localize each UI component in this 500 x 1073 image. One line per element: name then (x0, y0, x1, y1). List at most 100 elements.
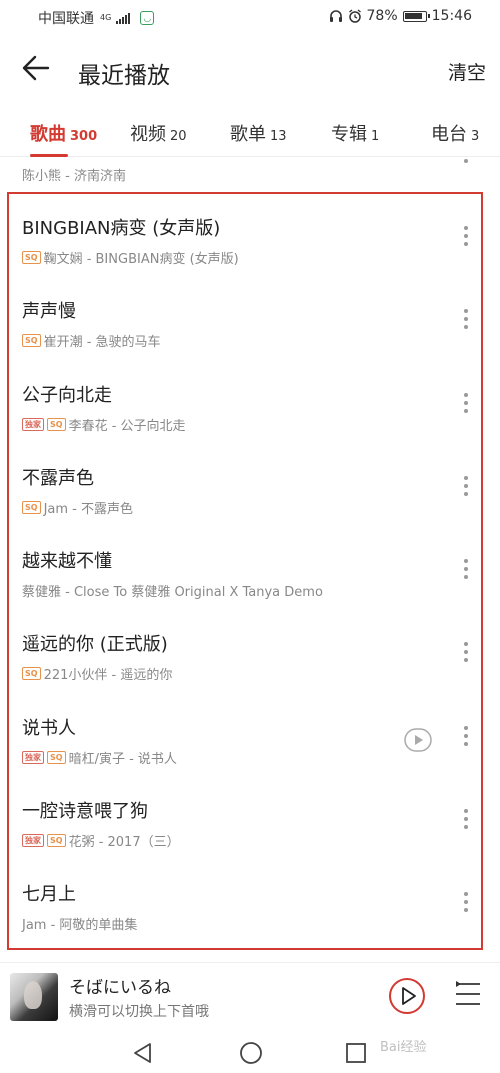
song-subtitle-line: Jam - 阿敬的单曲集 (22, 914, 137, 933)
song-subtitle-line: SQ 221小伙伴 - 遥远的你 (22, 664, 172, 683)
sq-quality-badge: SQ (22, 334, 41, 348)
song-row[interactable]: 说书人 独家 SQ 暗杠/寅子 - 说书人 (0, 692, 500, 775)
more-vertical-icon[interactable] (458, 642, 474, 668)
arrow-left-icon (22, 55, 50, 81)
song-artist-album: 221小伙伴 - 遥远的你 (43, 668, 173, 684)
song-title: 公子向北走 (22, 384, 112, 406)
screen: 中国联通 4G ◡ 78% 15:46 最近播放 清空 歌曲 300 视频 20… (0, 0, 500, 1073)
song-artist-album: Jam - 阿敬的单曲集 (22, 918, 138, 934)
playlist-icon (456, 981, 480, 1005)
clear-button[interactable]: 清空 (448, 58, 486, 85)
song-artist-album: 崔开潮 - 急驶的马车 (43, 335, 161, 351)
battery-icon (402, 10, 430, 22)
song-title: 一腔诗意喂了狗 (22, 801, 148, 823)
player-song-title: そばにいるね (69, 978, 171, 998)
song-row[interactable]: 七月上 Jam - 阿敬的单曲集 (0, 858, 500, 941)
tab-label: 歌单 (230, 124, 266, 145)
watermark: Bai经验 (380, 1040, 427, 1055)
playlist-button[interactable] (453, 979, 483, 1009)
battery-percent: 78% (366, 8, 398, 24)
tab-count: 1 (371, 129, 380, 144)
tab-label: 专辑 (331, 124, 367, 145)
song-artist-album: 蔡健雅 - Close To 蔡健雅 Original X Tanya Demo (22, 585, 323, 601)
sq-quality-badge: SQ (22, 500, 41, 514)
song-row[interactable]: 遥远的你 (正式版) SQ 221小伙伴 - 遥远的你 (0, 608, 500, 691)
tab-label: 视频 (130, 124, 166, 145)
song-artist-album: 花粥 - 2017（三） (68, 835, 180, 851)
song-subtitle-line: 独家 SQ 花粥 - 2017（三） (22, 831, 180, 850)
song-subtitle-line: SQ 崔开潮 - 急驶的马车 (22, 331, 161, 350)
song-row[interactable]: BINGBIAN病变 (女声版) SQ 鞠文娴 - BINGBIAN病变 (女声版) (0, 192, 500, 275)
tab-count: 3 (471, 129, 480, 144)
mv-button[interactable] (404, 726, 432, 754)
song-title: 七月上 (22, 884, 76, 906)
song-artist-album: Jam - 不露声色 (43, 501, 133, 517)
song-row[interactable]: 越来越不懂 蔡健雅 - Close To 蔡健雅 Original X Tanya… (0, 525, 500, 608)
song-row[interactable]: 一腔诗意喂了狗独家 SQ 花粥 - 2017（三） (0, 775, 500, 858)
more-vertical-icon[interactable] (458, 892, 474, 918)
more-vertical-icon[interactable] (458, 309, 474, 335)
more-vertical-icon[interactable] (458, 559, 474, 585)
system-nav-bar: Bai经验 (0, 1030, 500, 1073)
album-cover[interactable] (10, 973, 58, 1021)
song-title: 遥远的你 (正式版) (22, 634, 168, 656)
header: 最近播放 清空 (0, 40, 500, 100)
exclusive-badge: 独家 (22, 417, 44, 431)
song-title: 说书人 (22, 717, 76, 739)
song-title: 不露声色 (22, 467, 94, 489)
tab-bar: 歌曲 300 视频 20 歌单 13 专辑 1 电台 3 (0, 110, 500, 157)
song-artist-album: 鞠文娴 - BINGBIAN病变 (女声版) (43, 252, 239, 267)
headphones-icon (329, 10, 342, 22)
sq-quality-badge: SQ (47, 417, 66, 431)
more-vertical-icon[interactable] (462, 157, 470, 165)
song-artist-album: 暗杠/寅子 - 说书人 (68, 751, 177, 767)
song-subtitle-line: SQ Jam - 不露声色 (22, 498, 133, 517)
play-circle-icon (404, 728, 432, 752)
more-vertical-icon[interactable] (458, 475, 474, 502)
song-row[interactable]: 声声慢 SQ 崔开潮 - 急驶的马车 (0, 275, 500, 358)
network-type: 4G (100, 14, 111, 22)
song-subtitle: 陈小熊 - 济南济南 (22, 169, 126, 184)
notification-app-icon: ◡ (140, 11, 155, 25)
song-subtitle-line: 蔡健雅 - Close To 蔡健雅 Original X Tanya Demo (22, 581, 323, 600)
exclusive-badge: 独家 (22, 834, 44, 848)
more-vertical-icon[interactable] (458, 392, 474, 419)
list-item[interactable]: 陈小熊 - 济南济南 (0, 157, 500, 187)
alarm-icon (348, 9, 361, 23)
tab-count: 13 (270, 129, 287, 144)
sq-quality-badge: SQ (22, 251, 41, 264)
play-icon (389, 978, 425, 1014)
tab-count: 20 (170, 129, 187, 144)
signal-icon (116, 12, 131, 24)
more-vertical-icon[interactable] (458, 809, 474, 835)
more-vertical-icon[interactable] (458, 725, 474, 752)
tab-label: 歌曲 (30, 124, 66, 145)
carrier-label: 中国联通 (38, 11, 94, 27)
tab-albums[interactable]: 专辑 1 (331, 120, 379, 146)
back-button[interactable] (20, 52, 60, 88)
song-artist-album: 李春花 - 公子向北走 (68, 418, 186, 434)
tab-songs[interactable]: 歌曲 300 (30, 120, 97, 146)
tab-label: 电台 (431, 124, 467, 145)
sq-quality-badge: SQ (47, 834, 66, 848)
nav-recents-icon[interactable] (345, 1042, 367, 1064)
more-vertical-icon[interactable] (458, 226, 474, 252)
song-list: BINGBIAN病变 (女声版) SQ 鞠文娴 - BINGBIAN病变 (女声版)… (0, 192, 500, 942)
song-row[interactable]: 公子向北走独家 SQ 李春花 - 公子向北走 (0, 359, 500, 442)
tab-playlists[interactable]: 歌单 13 (230, 120, 287, 146)
play-button[interactable] (388, 977, 426, 1015)
tab-videos[interactable]: 视频 20 (130, 120, 187, 146)
nav-home-icon[interactable] (239, 1041, 263, 1065)
mini-player[interactable]: そばにいるね 横滑可以切换上下首哦 (0, 962, 500, 1031)
sq-quality-badge: SQ (47, 750, 66, 764)
network-type-label: 4G (100, 13, 112, 22)
status-left: 中国联通 4G ◡ (38, 8, 155, 28)
tab-radio[interactable]: 电台 3 (431, 120, 479, 146)
song-row[interactable]: 不露声色 SQ Jam - 不露声色 (0, 442, 500, 525)
player-hint: 横滑可以切换上下首哦 (69, 1004, 209, 1020)
status-bar: 中国联通 4G ◡ 78% 15:46 (0, 0, 500, 34)
nav-back-icon[interactable] (132, 1042, 154, 1064)
song-title: 声声慢 (22, 301, 76, 323)
song-title: BINGBIAN病变 (女声版) (22, 218, 221, 239)
song-subtitle-line: SQ 鞠文娴 - BINGBIAN病变 (女声版) (22, 248, 239, 267)
